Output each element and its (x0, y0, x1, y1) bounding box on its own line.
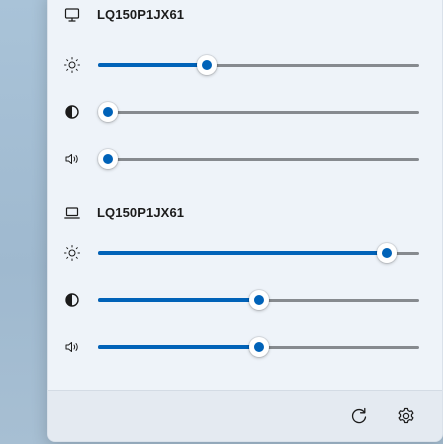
volume-slider[interactable] (98, 335, 419, 359)
refresh-button[interactable] (347, 404, 371, 428)
contrast-icon (65, 293, 79, 307)
brightness-row (48, 241, 442, 265)
slider-thumb[interactable] (248, 290, 269, 310)
monitor-name: LQ150P1JX61 (97, 7, 185, 22)
speaker-volume-icon (65, 154, 78, 164)
brightness-slider[interactable] (98, 53, 419, 77)
speaker-volume-icon (65, 342, 78, 352)
volume-row (48, 147, 442, 171)
monitor-header: LQ150P1JX61 (48, 199, 442, 229)
refresh-icon (351, 407, 367, 424)
slider-fill (98, 345, 259, 349)
volume-row (48, 335, 442, 359)
desktop-monitor-icon (64, 8, 80, 22)
slider-track (98, 111, 419, 114)
slider-thumb[interactable] (376, 243, 397, 263)
monitor-name: LQ150P1JX61 (97, 205, 185, 220)
contrast-row (48, 288, 442, 312)
volume-slider[interactable] (97, 147, 419, 171)
contrast-icon (65, 105, 79, 119)
laptop-icon (64, 207, 80, 219)
gear-icon (398, 407, 414, 424)
slider-thumb[interactable] (97, 102, 118, 122)
brightness-sun-icon (64, 57, 80, 73)
contrast-row (48, 100, 442, 124)
brightness-row (48, 53, 442, 77)
slider-fill (98, 298, 259, 302)
flyout-footer (48, 390, 442, 441)
slider-thumb[interactable] (197, 55, 218, 75)
brightness-slider[interactable] (98, 241, 419, 265)
contrast-slider[interactable] (97, 100, 419, 124)
brightness-sun-icon (64, 245, 80, 261)
monitor-header: LQ150P1JX61 (48, 1, 442, 31)
slider-fill (98, 63, 208, 67)
contrast-slider[interactable] (98, 288, 419, 312)
slider-fill (98, 251, 387, 255)
monitor-flyout-panel: LQ150P1JX61 LQ150P1JX61 (47, 0, 443, 442)
slider-thumb[interactable] (248, 337, 269, 357)
slider-track (98, 158, 419, 161)
settings-button[interactable] (394, 404, 418, 428)
slider-thumb[interactable] (97, 149, 118, 169)
